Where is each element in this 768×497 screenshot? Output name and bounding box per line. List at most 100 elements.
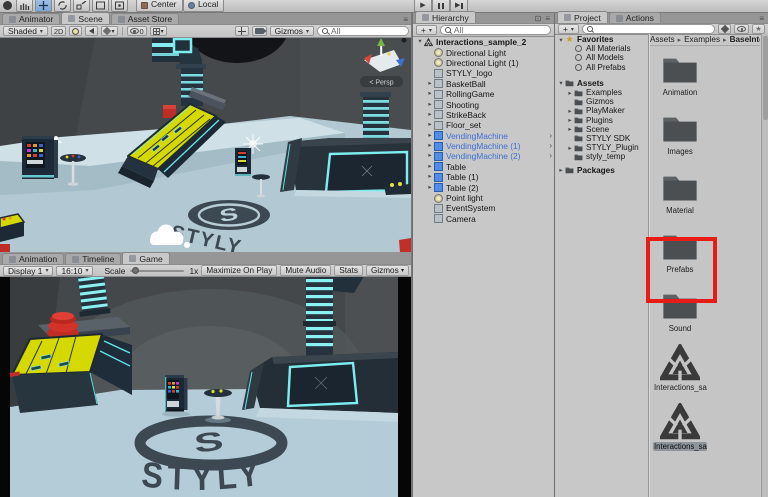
project-tree-examples[interactable]: ▸Examples bbox=[555, 88, 647, 97]
rotation-local-button[interactable]: Local bbox=[183, 0, 224, 12]
scene-lighting-button[interactable] bbox=[69, 26, 82, 36]
project-tree-assets[interactable]: ▾Assets bbox=[555, 79, 647, 88]
hierarchy-item-camera[interactable]: Camera bbox=[413, 214, 555, 224]
asset-images[interactable]: Images bbox=[653, 109, 707, 156]
camera-settings-dropdown[interactable] bbox=[252, 26, 267, 36]
hierarchy-item-point-light[interactable]: Point light bbox=[413, 193, 555, 203]
project-tree-all-materials[interactable]: All Materials bbox=[555, 44, 647, 53]
tab-scene[interactable]: Scene bbox=[61, 12, 109, 24]
hierarchy-item-basketball[interactable]: ▸BasketBall bbox=[413, 79, 555, 89]
asset-prefabs[interactable]: Prefabs bbox=[653, 227, 707, 274]
expand-arrow[interactable]: ▸ bbox=[426, 131, 434, 141]
expand-arrow[interactable]: ▸ bbox=[426, 151, 434, 161]
project-splitter[interactable] bbox=[648, 34, 649, 497]
hierarchy-item-rollinggame[interactable]: ▸RollingGame bbox=[413, 89, 555, 99]
project-tree-all-prefabs[interactable]: All Prefabs bbox=[555, 63, 647, 72]
move-tool-button[interactable] bbox=[35, 0, 52, 12]
project-search-input[interactable] bbox=[582, 24, 715, 34]
scene-audio-button[interactable] bbox=[85, 26, 98, 36]
project-tree-gizmos[interactable]: Gizmos bbox=[555, 97, 647, 106]
expand-arrow[interactable]: ▸ bbox=[566, 107, 574, 115]
project-tree-favorites[interactable]: ▾★Favorites bbox=[555, 35, 647, 44]
expand-arrow[interactable]: ▾ bbox=[557, 36, 565, 44]
rect-tool-button[interactable] bbox=[92, 0, 109, 12]
expand-arrow[interactable]: ▸ bbox=[566, 144, 574, 152]
expand-arrow[interactable]: ▸ bbox=[426, 79, 434, 89]
project-tree-styly-temp[interactable]: styly_temp bbox=[555, 152, 647, 161]
transform-tool-button[interactable] bbox=[111, 0, 128, 12]
pane-menu-icon[interactable]: ≡ bbox=[403, 15, 408, 24]
scale-slider[interactable] bbox=[130, 270, 184, 272]
asset-interactions-sam[interactable]: Interactions_sam... bbox=[653, 345, 707, 392]
hierarchy-item-table-1[interactable]: ▸Table (1) bbox=[413, 172, 555, 182]
expand-arrow[interactable]: ▸ bbox=[426, 120, 434, 130]
pane-menu-icon[interactable]: ≡ bbox=[545, 14, 550, 23]
hierarchy-item-shooting[interactable]: ▸Shooting bbox=[413, 99, 555, 109]
game-gizmos-dropdown[interactable]: Gizmos ▾ bbox=[366, 265, 409, 276]
project-tree-packages[interactable]: ▸Packages bbox=[555, 165, 647, 174]
game-viewport[interactable]: S STYLY bbox=[0, 277, 412, 497]
scene-visibility-button[interactable]: 0 bbox=[127, 26, 147, 36]
expand-arrow[interactable]: ▸ bbox=[566, 89, 574, 97]
expand-arrow[interactable]: ▾ bbox=[557, 79, 565, 87]
lock-icon[interactable]: ⊡ bbox=[535, 14, 542, 23]
favorites-search-icon[interactable]: ★ bbox=[752, 24, 765, 34]
aspect-ratio-dropdown[interactable]: 16:10▾ bbox=[56, 266, 93, 276]
expand-arrow[interactable]: ▸ bbox=[566, 125, 574, 133]
stats-button[interactable]: Stats bbox=[334, 265, 363, 276]
project-tree-plugins[interactable]: ▸Plugins bbox=[555, 116, 647, 125]
pivot-center-button[interactable]: Center bbox=[136, 0, 183, 12]
expand-arrow[interactable]: ▸ bbox=[426, 141, 434, 151]
tab-hierarchy[interactable]: Hierarchy bbox=[415, 11, 476, 23]
tab-project[interactable]: Project bbox=[557, 11, 608, 23]
toggle-2d-button[interactable]: 2D bbox=[51, 26, 67, 36]
breadcrumb-examples[interactable]: Examples bbox=[684, 35, 720, 44]
project-tree-styly-sdk[interactable]: STYLY SDK bbox=[555, 134, 647, 143]
projection-label[interactable]: < Persp bbox=[369, 80, 393, 87]
hierarchy-item-vendingmachine-1[interactable]: ▸VendingMachine (1)› bbox=[413, 141, 555, 151]
project-tree-scene[interactable]: ▸Scene bbox=[555, 125, 647, 134]
tab-animation[interactable]: Animation bbox=[2, 253, 64, 264]
hierarchy-item-strikeback[interactable]: ▸StrikeBack bbox=[413, 110, 555, 120]
tab-animator[interactable]: Animator bbox=[2, 13, 60, 24]
project-scrollbar[interactable] bbox=[761, 34, 768, 497]
asset-sound[interactable]: Sound bbox=[653, 286, 707, 333]
scale-tool-button[interactable] bbox=[73, 0, 90, 12]
component-tools-button[interactable] bbox=[235, 26, 249, 36]
expand-arrow[interactable]: ▾ bbox=[416, 37, 424, 47]
hierarchy-item-table-2[interactable]: ▸Table (2) bbox=[413, 182, 555, 192]
rotate-tool-button[interactable] bbox=[54, 0, 71, 12]
project-tree-all-models[interactable]: All Models bbox=[555, 53, 647, 62]
scene-gizmos-dropdown[interactable]: Gizmos▾ bbox=[270, 26, 314, 36]
hierarchy-create-dropdown[interactable]: +▾ bbox=[416, 25, 437, 35]
hierarchy-item-styly-logo[interactable]: STYLY_logo bbox=[413, 68, 555, 78]
shading-mode-dropdown[interactable]: Shaded▾ bbox=[3, 26, 48, 36]
asset-material[interactable]: Material bbox=[653, 168, 707, 215]
breadcrumb-assets[interactable]: Assets bbox=[650, 35, 675, 44]
hierarchy-item-directional-light-1[interactable]: Directional Light (1) bbox=[413, 58, 555, 68]
tab-game[interactable]: Game bbox=[122, 252, 169, 264]
hand-tool-button[interactable] bbox=[16, 0, 33, 12]
expand-arrow[interactable]: ▸ bbox=[426, 110, 434, 120]
search-by-type-icon[interactable] bbox=[718, 24, 731, 34]
scene-viewport[interactable]: S STYLY bbox=[0, 38, 411, 252]
project-create-dropdown[interactable]: +▾ bbox=[558, 24, 579, 34]
mute-audio-button[interactable]: Mute Audio bbox=[280, 265, 331, 276]
asset-interactions-sam[interactable]: Interactions_sam... bbox=[653, 404, 707, 451]
grid-settings-dropdown[interactable]: ▾ bbox=[150, 26, 167, 36]
search-by-label-icon[interactable] bbox=[734, 24, 749, 34]
expand-arrow[interactable]: ▸ bbox=[566, 116, 574, 124]
tab-asset-store[interactable]: Asset Store bbox=[111, 13, 179, 24]
asset-animation[interactable]: Animation bbox=[653, 50, 707, 97]
project-tree-styly-plugin[interactable]: ▸STYLY_Plugin bbox=[555, 143, 647, 152]
hierarchy-search-input[interactable]: All bbox=[440, 25, 551, 35]
hierarchy-item-floor-set[interactable]: ▸Floor_set bbox=[413, 120, 555, 130]
scrollbar-thumb[interactable] bbox=[763, 36, 768, 120]
expand-arrow[interactable]: ▸ bbox=[426, 100, 434, 110]
scene-effects-dropdown[interactable]: ▾ bbox=[101, 26, 117, 36]
hierarchy-item-directional-light[interactable]: Directional Light bbox=[413, 47, 555, 57]
expand-arrow[interactable]: ▸ bbox=[557, 166, 565, 174]
tab-actions[interactable]: Actions bbox=[609, 12, 661, 23]
maximize-on-play-button[interactable]: Maximize On Play bbox=[201, 265, 277, 276]
hierarchy-item-table[interactable]: ▸Table bbox=[413, 162, 555, 172]
